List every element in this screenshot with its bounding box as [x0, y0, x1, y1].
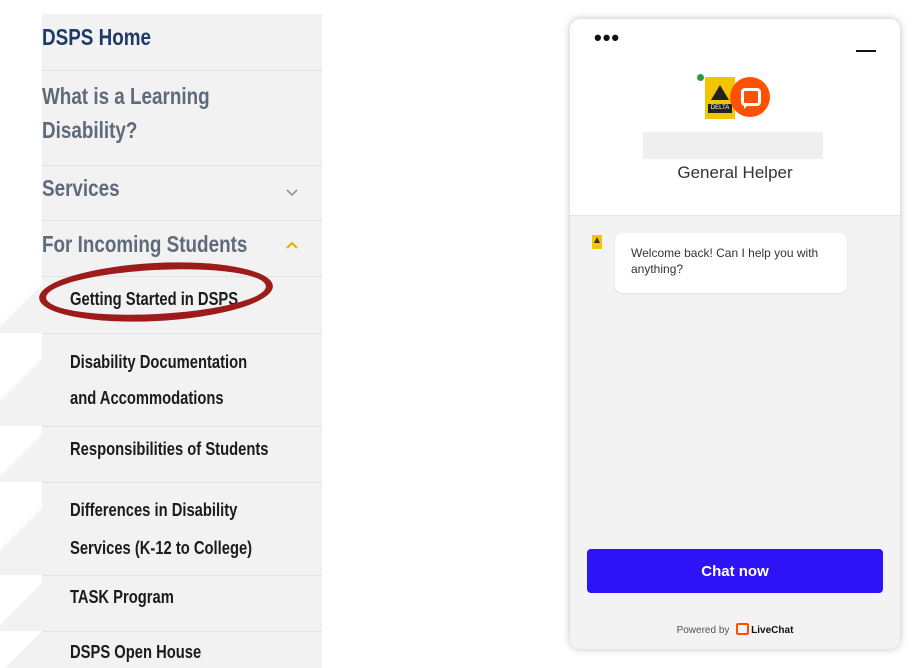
sub-nav-notch	[0, 277, 42, 333]
sub-nav-item-label-line2: and Accommodations	[70, 388, 224, 408]
sub-nav-item-getting-started[interactable]: Getting Started in DSPS	[42, 277, 322, 334]
sub-nav-item-open-house[interactable]: DSPS Open House	[42, 632, 322, 668]
livechat-brand: LiveChat	[751, 625, 794, 636]
sub-nav-item-responsibilities[interactable]: Responsibilities of Students	[42, 427, 322, 483]
nav-item-label: Services	[42, 175, 120, 201]
sub-nav-item-disability-documentation[interactable]: Disability Documentation and Accommodati…	[42, 334, 322, 427]
sub-nav-item-label-line1: Differences in Disability	[70, 500, 238, 520]
nav-item-label-line1: What is a Learning	[42, 83, 210, 109]
chevron-up-icon[interactable]	[286, 239, 298, 251]
livechat-mini-icon	[736, 623, 750, 635]
sub-nav-item-label: Getting Started in DSPS	[70, 289, 239, 309]
sub-nav-item-differences[interactable]: Differences in Disability Services (K-12…	[42, 483, 322, 576]
nav-item-dsps-home[interactable]: DSPS Home	[42, 14, 322, 71]
nav-item-label-line2: Disability?	[42, 117, 138, 143]
nav-item-for-incoming-students[interactable]: For Incoming Students	[42, 221, 322, 277]
sub-nav-item-label: DSPS Open House	[70, 642, 202, 662]
page: DSPS Home What is a Learning Disability?…	[0, 0, 917, 668]
nav-item-what-is-learning-disability[interactable]: What is a Learning Disability?	[42, 71, 322, 166]
agent-name-placeholder	[643, 132, 823, 159]
chat-widget: ••• DELTA General Helper Welcome back! C…	[570, 19, 900, 649]
nav-item-services[interactable]: Services	[42, 166, 322, 221]
sub-nav-notch	[0, 427, 42, 482]
sub-nav-notch	[0, 483, 42, 575]
sub-nav-notch	[0, 576, 42, 631]
sub-nav-item-task-program[interactable]: TASK Program	[42, 576, 322, 632]
chat-now-button[interactable]: Chat now	[587, 549, 883, 593]
powered-by-text: Powered by	[676, 625, 730, 636]
nav-item-label: DSPS Home	[42, 24, 152, 50]
sub-nav-notch	[0, 632, 42, 668]
chat-header: ••• DELTA General Helper	[570, 19, 900, 216]
powered-by-footer[interactable]: Powered by LiveChat	[570, 623, 900, 636]
more-dots-icon[interactable]: •••	[594, 27, 620, 49]
chevron-down-icon[interactable]	[286, 187, 298, 199]
sidebar-nav: DSPS Home What is a Learning Disability?…	[0, 14, 322, 668]
minimize-icon[interactable]	[856, 50, 876, 52]
online-status-dot	[697, 74, 704, 81]
sub-nav-item-label-line1: Disability Documentation	[70, 352, 248, 372]
chat-message: Welcome back! Can I help you with anythi…	[615, 233, 847, 293]
sub-nav-item-label-line2: Services (K-12 to College)	[70, 538, 253, 558]
livechat-logo-icon	[730, 77, 770, 117]
sub-nav-item-label: Responsibilities of Students	[70, 439, 269, 459]
sub-nav-notch	[0, 334, 42, 426]
nav-item-label: For Incoming Students	[42, 231, 248, 257]
sub-nav-item-label: TASK Program	[70, 587, 174, 607]
agent-label: General Helper	[677, 163, 793, 182]
bot-avatar-icon	[592, 235, 602, 249]
